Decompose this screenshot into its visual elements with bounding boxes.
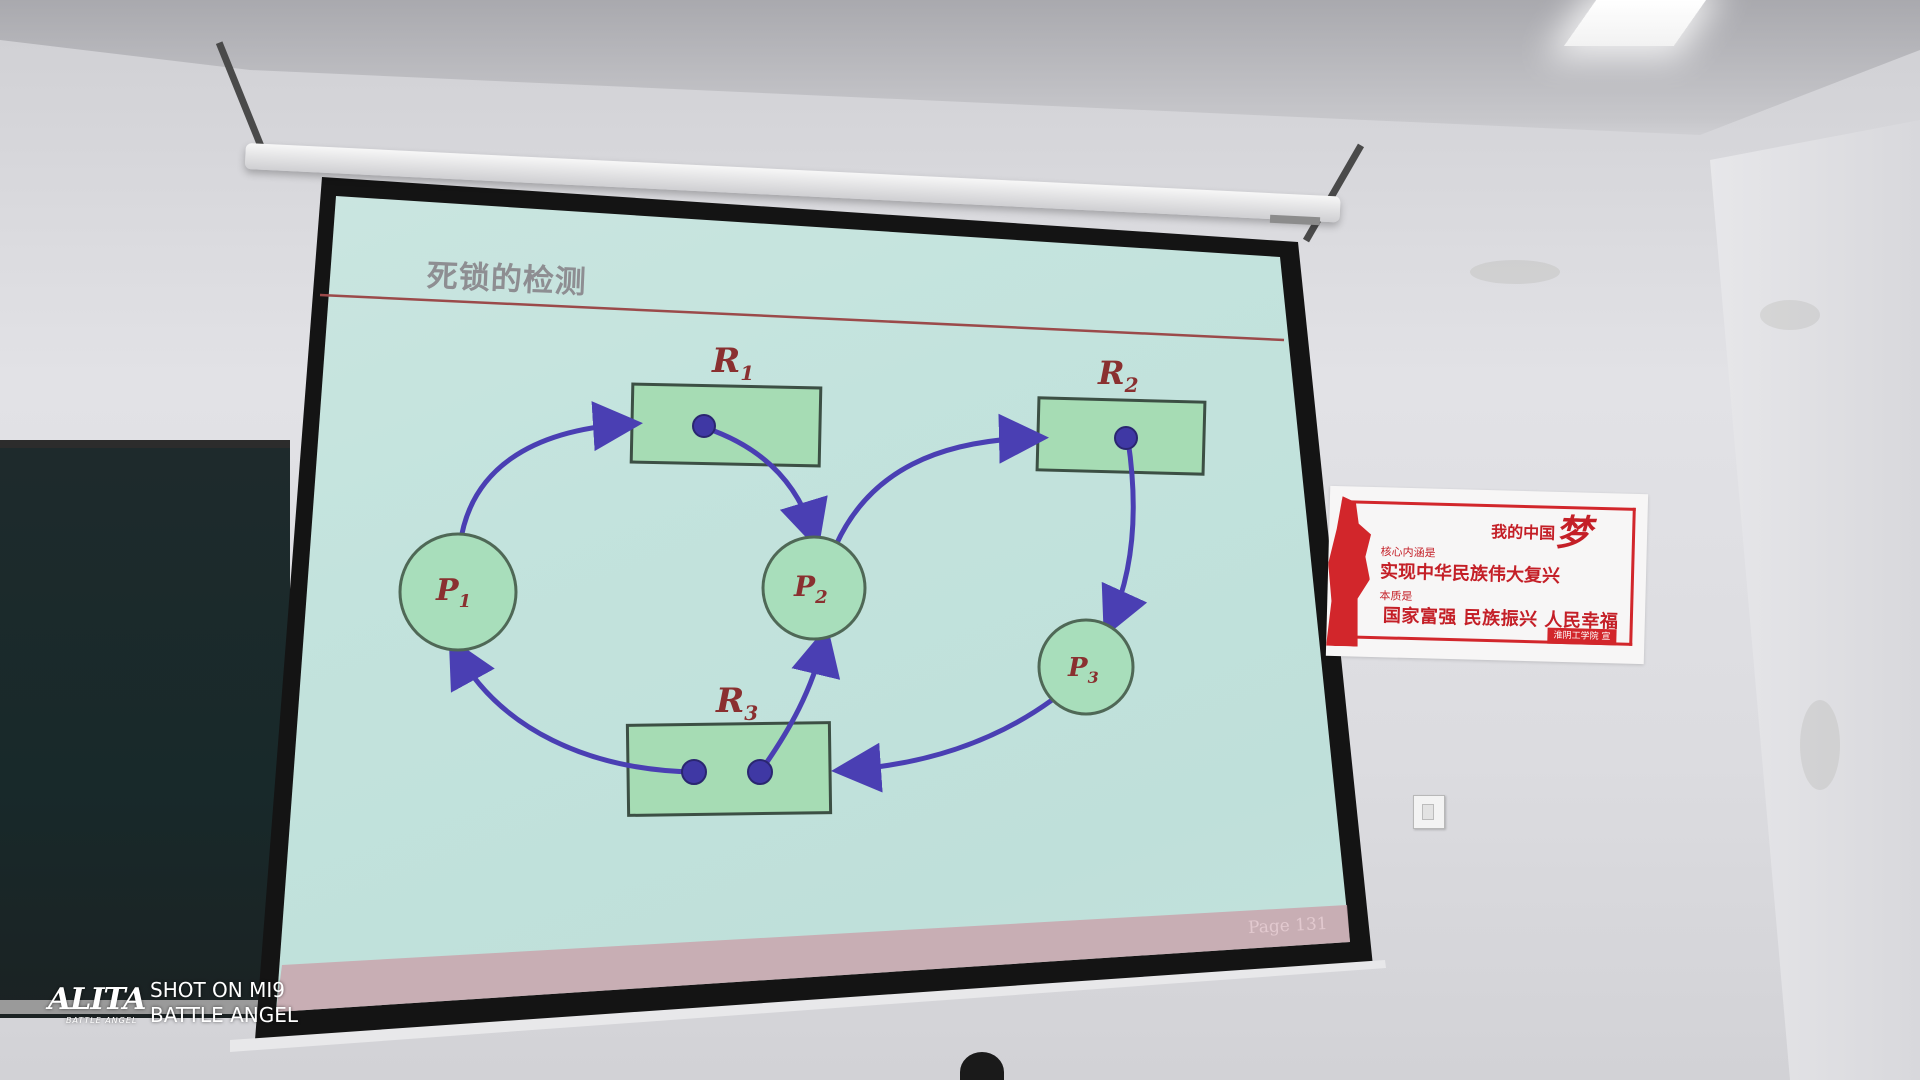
wall-poster: 我的中国 梦 核心内涵是 实现中华民族伟大复兴 本质是 国家富强 民族振兴 人民… (1325, 485, 1649, 665)
request-edge-p3-r3 (831, 697, 1054, 793)
resource-r2-instance (1114, 426, 1138, 450)
resource-r3-instance (681, 759, 707, 785)
resource-r3-instance (747, 759, 773, 785)
request-edge-p2-r2 (833, 413, 1049, 547)
poster-slogan: 实现中华民族伟大复兴 (1379, 561, 1561, 587)
request-edge-p1-r1 (457, 401, 643, 546)
resource-r3-label: R3 (715, 681, 758, 725)
resource-r1-label: R1 (711, 341, 754, 385)
resource-r1-instance (692, 414, 716, 438)
poster-heading: 我的中国 (1490, 522, 1556, 543)
light-switch (1413, 795, 1445, 829)
watermark-text: SHOT ON MI9 (150, 978, 285, 1002)
slide-title-rule (319, 293, 1285, 342)
resource-r2-label: R2 (1097, 354, 1139, 397)
poster-footer: 淮阴工学院 宣 (1547, 627, 1617, 646)
watermark-text: BATTLE ANGEL (150, 1003, 298, 1027)
resource-r1-box (629, 382, 823, 468)
poster-dream-glyph: 梦 (1554, 511, 1592, 555)
watermark-logo: ALITA (48, 982, 146, 1017)
classroom-scene: 死锁的检测 Page 131 R1 R2 R3 P1 P2 P3 我的中国 梦 … (0, 0, 1920, 1080)
watermark-logo-subtitle: BATTLE ANGEL (66, 1016, 138, 1025)
